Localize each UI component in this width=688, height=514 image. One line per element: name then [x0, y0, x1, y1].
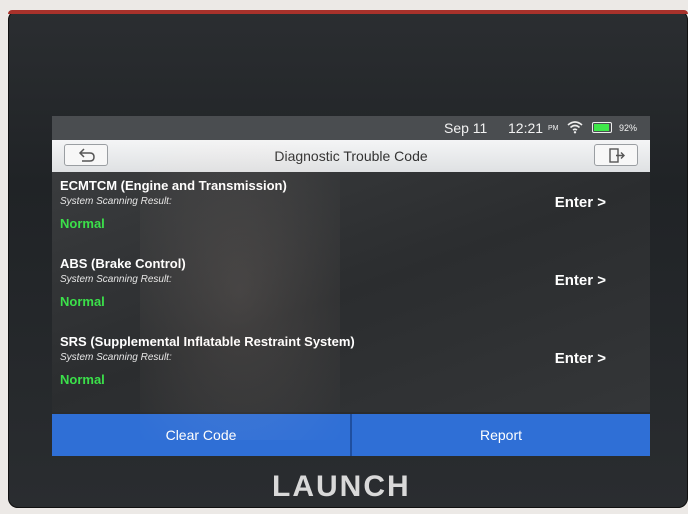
- scan-result-label: System Scanning Result:: [60, 196, 172, 207]
- battery-icon: [592, 122, 612, 133]
- scan-result-status: Normal: [60, 294, 105, 309]
- status-time: 12:21: [508, 120, 544, 136]
- report-button[interactable]: Report: [350, 414, 650, 456]
- system-name: ECMTCM (Engine and Transmission): [60, 178, 287, 193]
- enter-button[interactable]: Enter >: [551, 348, 610, 369]
- scan-result-label: System Scanning Result:: [60, 352, 172, 363]
- battery-percent: 92%: [619, 123, 638, 133]
- system-list: ECMTCM (Engine and Transmission) System …: [52, 172, 650, 412]
- action-bar: Clear Code Report: [52, 414, 650, 456]
- device-trim: [8, 10, 688, 14]
- battery-fill: [594, 124, 609, 131]
- enter-button[interactable]: Enter >: [551, 192, 610, 213]
- title-bar: Diagnostic Trouble Code: [52, 140, 650, 172]
- exit-button[interactable]: [594, 144, 638, 166]
- clear-code-button[interactable]: Clear Code: [52, 414, 350, 456]
- system-row-srs[interactable]: SRS (Supplemental Inflatable Restraint S…: [60, 334, 640, 408]
- scan-result-status: Normal: [60, 216, 105, 231]
- status-bar: Sep 11 12:21 PM 92%: [52, 116, 650, 140]
- enter-button[interactable]: Enter >: [551, 270, 610, 291]
- exit-icon: [609, 148, 625, 163]
- device-screen: Sep 11 12:21 PM 92% Diagnostic Trouble C…: [52, 116, 650, 456]
- system-row-ecmtcm[interactable]: ECMTCM (Engine and Transmission) System …: [60, 178, 640, 252]
- status-date: Sep 11: [444, 120, 488, 136]
- wifi-icon: [567, 120, 583, 134]
- launch-logo: LAUNCH: [272, 470, 411, 503]
- scan-result-status: Normal: [60, 372, 105, 387]
- system-name: SRS (Supplemental Inflatable Restraint S…: [60, 334, 355, 349]
- status-ampm: PM: [548, 125, 559, 132]
- system-row-abs[interactable]: ABS (Brake Control) System Scanning Resu…: [60, 256, 640, 330]
- system-name: ABS (Brake Control): [60, 256, 186, 271]
- page-title: Diagnostic Trouble Code: [274, 148, 428, 164]
- scan-result-label: System Scanning Result:: [60, 274, 172, 285]
